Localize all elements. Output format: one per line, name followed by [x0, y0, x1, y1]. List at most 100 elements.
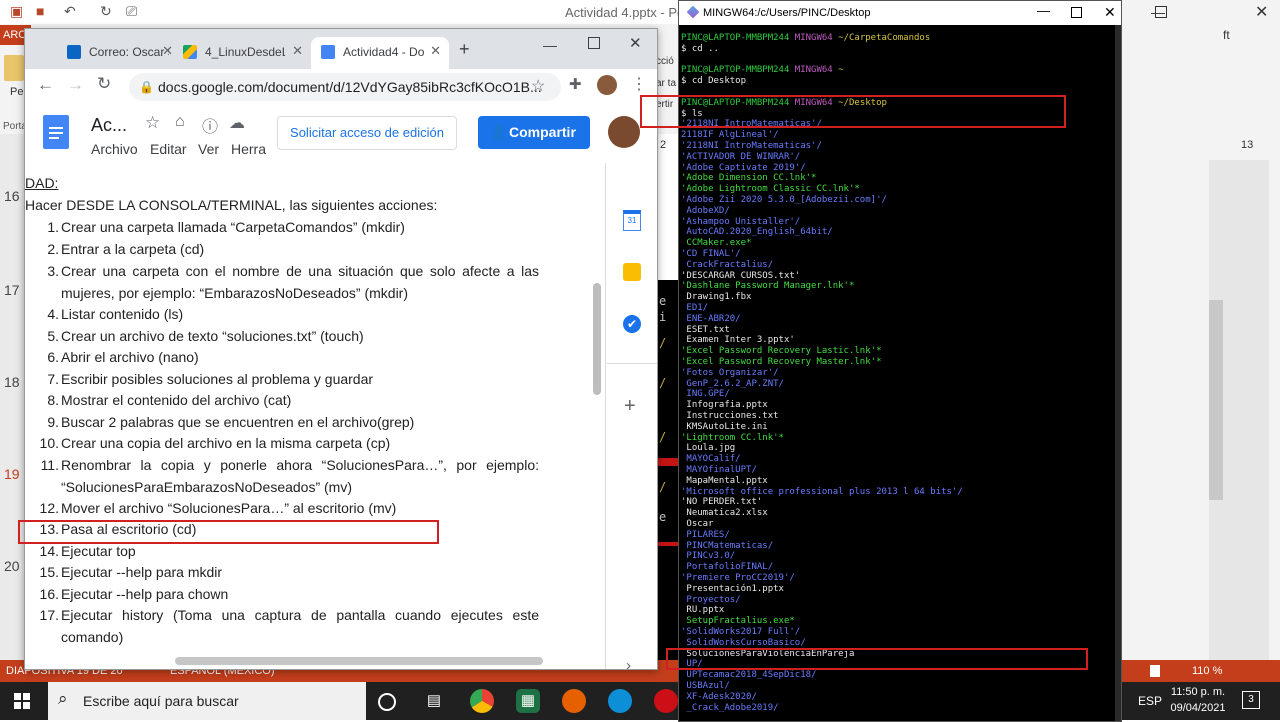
maximize-icon[interactable] [588, 37, 600, 49]
profile-avatar[interactable] [597, 75, 617, 95]
address-bar[interactable]: 🔒 docs.google.com/document/d/12VdYGay85i… [129, 73, 561, 101]
vertical-scrollbar[interactable] [1209, 300, 1223, 500]
chrome-toolbar: ← → ↻ 🔒 docs.google.com/document/d/12VdY… [25, 69, 657, 106]
terminal-line: 'Ashampoo Unistaller'/ [681, 217, 800, 228]
horizontal-scrollbar[interactable] [175, 657, 543, 665]
notification-center-icon[interactable]: 3 [1242, 691, 1260, 709]
move-to-drive-icon[interactable]: ⌂ [175, 113, 185, 131]
terminal-text: MINGW64 [794, 65, 839, 76]
slide-number[interactable]: 18 [4, 374, 20, 390]
close-window-icon[interactable]: ✕ [629, 34, 642, 52]
terminal-scrollbar[interactable] [1115, 25, 1121, 721]
windows-start-icon[interactable] [14, 693, 30, 709]
terminal-text: Oscar [681, 519, 714, 529]
new-tab-icon[interactable]: + [459, 39, 470, 60]
terminal-text: ED1/ [681, 303, 709, 313]
terminal-line: $ cd .. [681, 44, 719, 55]
list-item: 1. Crear una carpeta llamada “CarpetaComa… [47, 219, 405, 235]
terminal-text: ENE-ABR20/ [681, 313, 741, 324]
close-icon[interactable]: ✕ [430, 43, 441, 59]
excel-taskbar-icon[interactable]: ▦ [516, 689, 540, 713]
zoom-level[interactable]: 110 % [1192, 665, 1222, 677]
document-body[interactable]: DAD: Hacer DESDE LA CONSOLA/TERMINAL, la… [25, 163, 605, 669]
docs-logo-icon[interactable] [43, 115, 69, 149]
calendar-icon[interactable]: 31 [623, 210, 641, 231]
tab-label: Correo: Oscar S [89, 45, 169, 59]
clock-time[interactable]: 11:50 p. m. [1168, 686, 1228, 698]
terminal-text: SolidWorksCursoBasico/ [681, 637, 806, 648]
slide-number[interactable]: 16 [4, 188, 20, 204]
chrome-menu-icon[interactable]: ⋮ [631, 74, 647, 94]
terminal-text: 'Lightroom CC.lnk'* [681, 432, 784, 443]
section-heading: DAD: [25, 175, 59, 191]
zoom-slider-thumb[interactable] [1150, 665, 1160, 677]
menu-editar[interactable]: Editar [150, 141, 187, 157]
extensions-icon[interactable]: ✚ [569, 75, 582, 93]
star-icon[interactable]: ☆ [145, 113, 160, 133]
background-terminal: e i / / / / e [656, 280, 680, 660]
keep-icon[interactable] [623, 263, 641, 281]
slide-number[interactable]: 17 [4, 282, 20, 298]
start-slideshow-icon[interactable]: ⎚ [126, 3, 137, 20]
terminal-line: ENE-ABR20/ [681, 313, 741, 325]
firefox-taskbar-icon[interactable] [562, 689, 586, 713]
chrome-taskbar-icon[interactable] [470, 689, 494, 713]
slide-number-current[interactable]: 19 [4, 466, 20, 482]
terminal-text: Neumatica2.xlsx [681, 508, 768, 519]
taskbar-search-box[interactable]: ⌕ Escribe aquí para buscar [48, 682, 366, 720]
document-scrollbar[interactable] [593, 283, 601, 395]
opera-taskbar-icon[interactable] [654, 689, 678, 713]
paste-icon[interactable] [4, 55, 24, 81]
menu-archivo[interactable]: Archivo [91, 141, 138, 157]
expand-panel-icon[interactable]: › [626, 657, 631, 669]
close-icon[interactable]: ✕ [292, 43, 303, 59]
clock-date[interactable]: 09/04/2021 [1168, 702, 1228, 714]
bookmark-star-icon[interactable]: ☆ [531, 73, 545, 101]
terminal-line: 'ACTIVADOR DE WINRAR'/ [681, 152, 800, 163]
widgets-icon[interactable]: ▤ [422, 689, 446, 713]
lock-icon[interactable]: 🔒 [139, 73, 154, 101]
user-avatar[interactable] [608, 116, 640, 148]
terminal-text: AutoCAD.2020_English_64bit/ [681, 227, 833, 238]
edge-taskbar-icon[interactable] [608, 689, 632, 713]
tab-correo[interactable]: Correo: Oscar S ✕ [57, 37, 181, 69]
tab-linux[interactable]: 4_LinuxDesdeLa ✕ [173, 37, 311, 69]
reload-icon[interactable]: ↻ [97, 74, 111, 94]
info-icon[interactable]: ⓘ [202, 113, 218, 137]
minimize-icon[interactable]: — [1037, 3, 1050, 18]
close-icon[interactable]: ✕ [162, 43, 173, 59]
menu-ver[interactable]: Ver [198, 141, 219, 157]
add-addon-icon[interactable]: + [624, 395, 636, 418]
terminal-text: 'Ashampoo Unistaller'/ [681, 216, 801, 227]
terminal-line: SetupFractalius.exe* [681, 616, 794, 627]
maximize-icon[interactable] [1155, 6, 1167, 18]
terminal-text: MapaMental.pptx [681, 475, 768, 486]
back-icon[interactable]: ← [37, 75, 54, 95]
list-item: 2. Entrar a la carpeta (cd) [47, 241, 205, 257]
close-icon[interactable]: ✕ [1104, 4, 1116, 21]
redo-icon[interactable]: ↻ [100, 3, 112, 20]
tab-actividad4[interactable]: Actividad4 - Do ✕ [311, 37, 449, 69]
list-item: 17. Ejecutar history (Toma una captura de… [39, 607, 539, 645]
maximize-icon[interactable] [1071, 7, 1082, 18]
document-title[interactable]: Ac... [91, 115, 127, 136]
undo-icon[interactable]: ↶ [64, 3, 76, 20]
request-edit-access-button[interactable]: Solicitar acceso de edición [277, 116, 457, 150]
task-view-icon[interactable] [378, 693, 396, 711]
terminal-output[interactable]: PINC@LAPTOP-MMBPM244 MINGW64 ~/CarpetaCo… [679, 25, 1115, 721]
slide-number[interactable]: 20 [4, 558, 20, 574]
minimize-icon[interactable]: — [543, 37, 557, 53]
close-icon[interactable]: ✕ [1255, 2, 1268, 22]
save-icon[interactable]: ■ [36, 3, 44, 19]
tasks-icon[interactable]: ✔ [623, 315, 641, 333]
terminal-line: 'Microsoft office professional plus 2013… [681, 487, 963, 498]
powerpoint-window-title: Actividad 4.pptx - Pow [565, 5, 694, 20]
share-button[interactable]: 👤 Compartir [478, 116, 590, 149]
menu-herramientas[interactable]: Herra [231, 141, 266, 157]
ruler-number: 13 [1241, 139, 1254, 151]
input-language[interactable]: ESP [1138, 694, 1162, 708]
terminal-line: MapaMental.pptx [681, 475, 768, 487]
cloud-status-icon[interactable]: ☁ [229, 113, 245, 133]
forward-icon[interactable]: → [67, 75, 84, 95]
terminal-line: 'Fotos Organizar'/ [681, 368, 779, 379]
